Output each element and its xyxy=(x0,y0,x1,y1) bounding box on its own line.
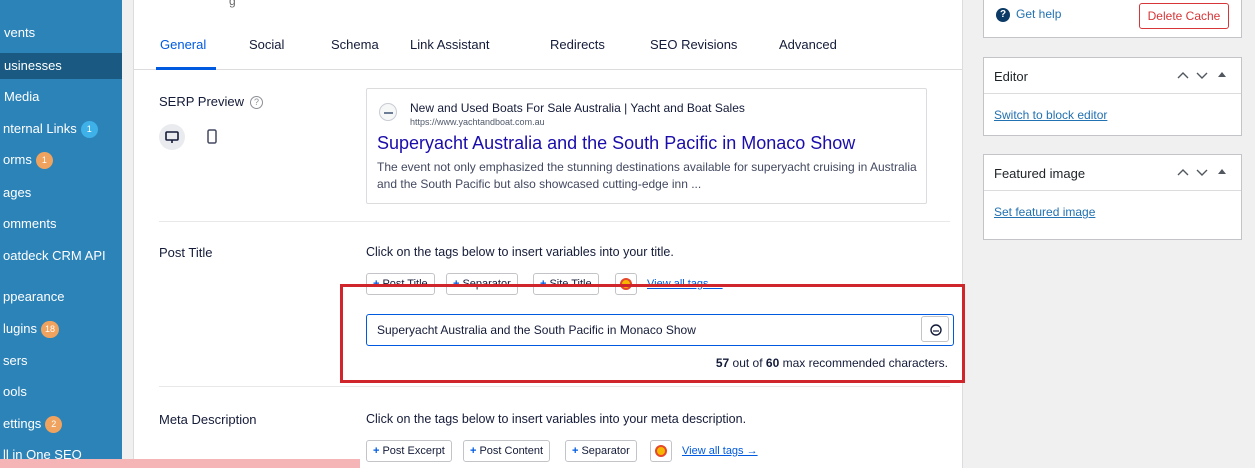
serp-url: https://www.yachtandboat.com.au xyxy=(410,117,545,127)
section-divider xyxy=(159,386,950,387)
serp-preview-label-text: SERP Preview xyxy=(159,94,245,109)
desktop-icon xyxy=(165,131,179,143)
sidebar-item-plugins[interactable]: lugins 18 xyxy=(0,316,122,342)
meta-description-help: Click on the tags below to insert variab… xyxy=(366,412,747,426)
sidebar-item-label: ages xyxy=(3,185,32,200)
sidebar-item-forms[interactable]: orms 1 xyxy=(0,147,122,173)
tab-schema[interactable]: Schema xyxy=(331,20,379,70)
view-all-tags-link[interactable]: View all tags → xyxy=(682,445,758,457)
sidebar-item-label: nternal Links xyxy=(3,121,77,136)
settings-tabs: General Social Schema Link Assistant Red… xyxy=(134,20,962,70)
post-title-help: Click on the tags below to insert variab… xyxy=(366,245,674,259)
serp-preview-card: New and Used Boats For Sale Australia | … xyxy=(366,88,927,204)
count-badge: 1 xyxy=(80,121,98,138)
emoji-icon xyxy=(655,445,667,457)
sidebar-item-label: vents xyxy=(4,25,36,40)
plus-icon: + xyxy=(373,445,380,457)
help-icon[interactable]: ? xyxy=(250,96,264,109)
set-featured-image-link[interactable]: Set featured image xyxy=(994,205,1095,219)
count-badge: 18 xyxy=(40,321,59,338)
featured-image-box-title: Featured image xyxy=(994,166,1086,181)
sidebar-item-users[interactable]: sers xyxy=(0,348,122,374)
sidebar-item-comments[interactable]: omments xyxy=(0,211,122,237)
serp-description: The event not only emphasized the stunni… xyxy=(377,160,917,191)
help-icon: ? xyxy=(996,8,1010,22)
chevron-down-icon[interactable] xyxy=(1195,166,1209,178)
collapse-toggle-icon[interactable] xyxy=(1217,166,1227,178)
tab-seo-revisions[interactable]: SEO Revisions xyxy=(650,20,737,70)
sidebar-item-label: Media xyxy=(4,89,40,104)
tab-general[interactable]: General xyxy=(160,20,206,70)
mobile-preview-button[interactable] xyxy=(199,124,225,150)
sidebar-item-appearance[interactable]: ppearance xyxy=(0,284,122,310)
notice-strip xyxy=(0,459,360,468)
panel-header-text: g xyxy=(229,0,236,8)
plus-icon: + xyxy=(572,445,579,457)
annotation-highlight-box xyxy=(340,284,965,383)
featured-image-box: Featured image Set featured image xyxy=(983,154,1242,240)
count-badge: 1 xyxy=(35,152,53,169)
sidebar-item-label: oatdeck CRM API xyxy=(3,248,106,263)
tab-redirects[interactable]: Redirects xyxy=(550,20,605,70)
sidebar-item-label: usinesses xyxy=(4,58,62,73)
sidebar-item-label: ools xyxy=(3,384,27,399)
sidebar-item-internal-links[interactable]: nternal Links 1 xyxy=(0,116,122,142)
tab-social[interactable]: Social xyxy=(249,20,284,70)
sidebar-item-label: ettings xyxy=(3,416,42,431)
sidebar-item-media[interactable]: Media xyxy=(0,84,122,110)
favicon-icon xyxy=(379,103,397,121)
sidebar-item-tools[interactable]: ools xyxy=(0,379,122,405)
sidebar-item-pages[interactable]: ages xyxy=(0,180,122,206)
general-tab-content: SERP Preview? New and Used Boats For Sal… xyxy=(141,70,955,468)
tab-advanced[interactable]: Advanced xyxy=(779,20,837,70)
sidebar-item-label: ppearance xyxy=(3,289,65,304)
editor-box-title: Editor xyxy=(994,69,1028,84)
sidebar-item-label: omments xyxy=(3,216,57,231)
editor-box: Editor Switch to block editor xyxy=(983,57,1242,136)
sidebar-item-boatdeck-crm-api[interactable]: oatdeck CRM API xyxy=(0,243,122,269)
chevron-up-icon[interactable] xyxy=(1176,166,1190,178)
tag-separator[interactable]: + Separator xyxy=(565,440,637,462)
section-divider xyxy=(159,221,950,222)
admin-sidebar: vents usinesses Media nternal Links 1 orm… xyxy=(0,0,122,468)
plus-icon: + xyxy=(470,445,477,457)
count-badge: 2 xyxy=(45,416,63,433)
meta-description-label: Meta Description xyxy=(159,412,257,427)
tag-post-excerpt[interactable]: + Post Excerpt xyxy=(366,440,452,462)
emoji-picker-button[interactable] xyxy=(650,440,672,462)
delete-cache-button[interactable]: Delete Cache xyxy=(1139,3,1229,29)
sidebar-item-events[interactable]: vents xyxy=(0,20,122,46)
tab-link-assistant[interactable]: Link Assistant xyxy=(410,20,490,70)
publish-actions-box: ? Get help Delete Cache xyxy=(983,0,1242,38)
tag-label: Post Content xyxy=(479,445,544,457)
sidebar-item-settings[interactable]: ettings 2 xyxy=(0,411,122,437)
chevron-down-icon[interactable] xyxy=(1195,69,1209,81)
serp-title: Superyacht Australia and the South Pacif… xyxy=(377,133,856,153)
aioseo-settings-panel: g General Social Schema Link Assistant R… xyxy=(133,0,963,468)
desktop-preview-button[interactable] xyxy=(159,124,185,150)
tag-label: Post Excerpt xyxy=(382,445,445,457)
editor-box-header: Editor xyxy=(984,58,1241,94)
sidebar-item-businesses[interactable]: usinesses xyxy=(0,53,122,79)
sidebar-item-label: orms xyxy=(3,152,32,167)
switch-to-block-editor-link[interactable]: Switch to block editor xyxy=(994,108,1107,122)
sidebar-item-label: sers xyxy=(3,353,28,368)
serp-site-name: New and Used Boats For Sale Australia | … xyxy=(410,101,745,115)
post-title-label: Post Title xyxy=(159,245,213,260)
collapse-toggle-icon[interactable] xyxy=(1217,69,1227,81)
chevron-up-icon[interactable] xyxy=(1176,69,1190,81)
get-help-link[interactable]: Get help xyxy=(1016,7,1061,21)
serp-preview-label: SERP Preview? xyxy=(159,94,264,109)
sidebar-item-label: lugins xyxy=(3,321,37,336)
mobile-icon xyxy=(207,129,217,144)
tag-post-content[interactable]: + Post Content xyxy=(463,440,551,462)
featured-image-box-header: Featured image xyxy=(984,155,1241,191)
tag-label: Separator xyxy=(581,445,630,457)
